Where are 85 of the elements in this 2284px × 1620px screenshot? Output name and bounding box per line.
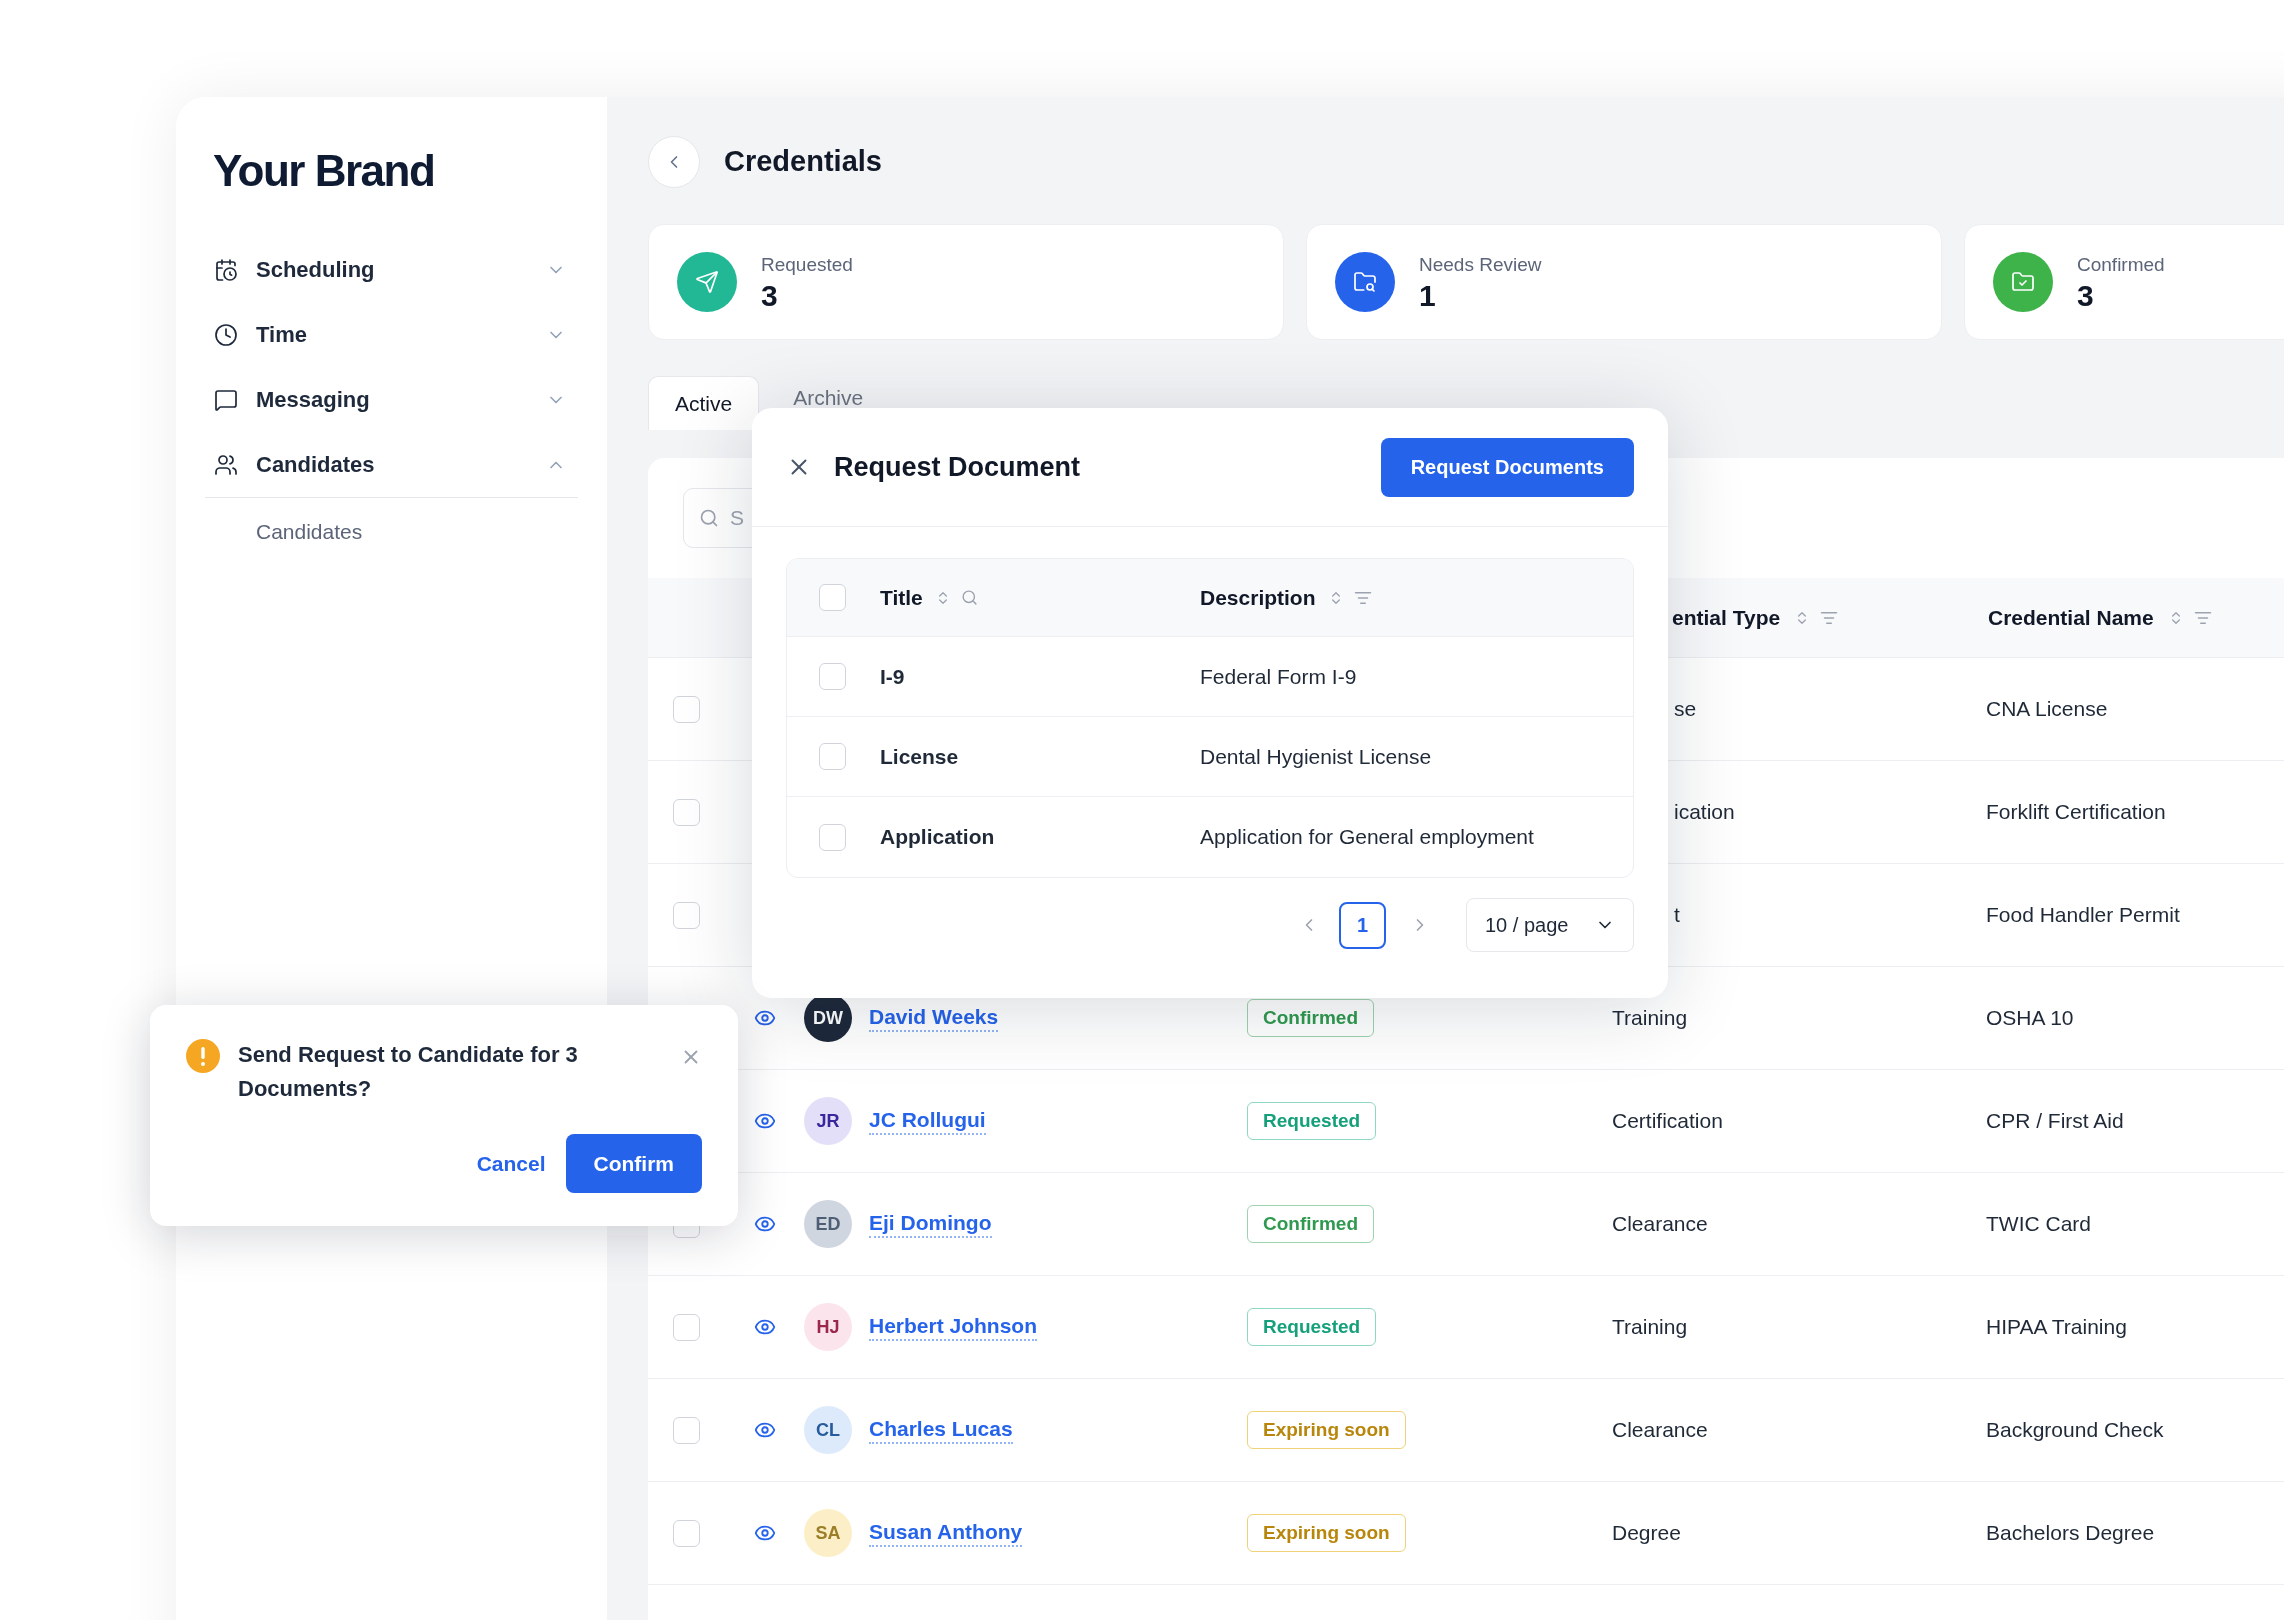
stat-value: 1 bbox=[1419, 279, 1436, 314]
warning-icon bbox=[186, 1039, 220, 1073]
nav-item[interactable]: Time bbox=[205, 302, 578, 367]
status-tag: Confirmed bbox=[1247, 1205, 1374, 1243]
table-cell: Clearance bbox=[1612, 1418, 1708, 1442]
checkbox[interactable] bbox=[673, 1313, 700, 1341]
candidate-link[interactable]: Charles Lucas bbox=[869, 1416, 1013, 1444]
nav-subitem[interactable]: Candidates bbox=[256, 512, 363, 552]
column-header[interactable]: Credential Name bbox=[1988, 601, 2154, 634]
search-icon[interactable] bbox=[960, 589, 978, 606]
status-tag: Expiring soon bbox=[1247, 1411, 1406, 1449]
table-cell: Federal Form I-9 bbox=[1200, 664, 1357, 688]
modal-title: Request Document bbox=[834, 450, 1082, 484]
calendar-clock-icon bbox=[214, 257, 238, 282]
column-header[interactable]: Description bbox=[1200, 581, 1316, 614]
table-cell: Bachelors Degree bbox=[1986, 1521, 2155, 1545]
table-cell: Clearance bbox=[1612, 1212, 1708, 1236]
page-button[interactable]: 1 bbox=[1339, 901, 1386, 949]
users-icon bbox=[214, 452, 238, 477]
candidate-link[interactable]: David Weeks bbox=[869, 1004, 999, 1032]
checkbox[interactable] bbox=[673, 1416, 700, 1444]
table-cell: t bbox=[1674, 903, 1680, 927]
table-cell: Training bbox=[1612, 1006, 1688, 1030]
checkbox[interactable] bbox=[819, 663, 846, 690]
status-tag: Requested bbox=[1247, 1102, 1377, 1140]
table-cell: OSHA 10 bbox=[1986, 1006, 2074, 1030]
avatar: CL bbox=[804, 1406, 852, 1454]
search-icon bbox=[699, 508, 719, 528]
avatar: HJ bbox=[804, 1303, 852, 1351]
table-cell: TWIC Card bbox=[1986, 1212, 2091, 1236]
table-cell: Background Check bbox=[1986, 1418, 2164, 1442]
clock-icon bbox=[214, 322, 238, 347]
table-cell: HIPAA Training bbox=[1986, 1315, 2127, 1339]
checkbox[interactable] bbox=[673, 798, 700, 826]
candidate-link[interactable]: Herbert Johnson bbox=[869, 1313, 1038, 1341]
stat-value: 3 bbox=[2077, 279, 2094, 314]
table-cell: License bbox=[880, 744, 959, 768]
stat-label: Confirmed bbox=[2077, 252, 2165, 277]
page-size-select[interactable]: 10 / page bbox=[1466, 898, 1634, 952]
confirm-message: Send Request to Candidate for 3 Documents? bbox=[238, 1041, 579, 1103]
table-cell: Food Handler Permit bbox=[1986, 903, 2180, 927]
stat-label: Needs Review bbox=[1419, 252, 1542, 277]
table-cell: Application bbox=[880, 825, 995, 849]
table-cell: Degree bbox=[1612, 1521, 1681, 1545]
table-cell: I-9 bbox=[880, 664, 905, 688]
candidate-link[interactable]: Eji Domingo bbox=[869, 1210, 992, 1238]
back-button[interactable] bbox=[648, 136, 700, 188]
checkbox[interactable] bbox=[819, 823, 846, 851]
nav-item[interactable]: Messaging bbox=[205, 367, 578, 432]
table-cell: ication bbox=[1674, 800, 1735, 824]
avatar: ED bbox=[804, 1200, 852, 1248]
status-tag: Expiring soon bbox=[1247, 1514, 1406, 1552]
nav-item[interactable]: Candidates bbox=[205, 432, 578, 497]
status-tag: Confirmed bbox=[1247, 999, 1374, 1037]
stat-label: Requested bbox=[761, 252, 853, 277]
stat-value: 3 bbox=[761, 279, 778, 314]
page-title: Credentials bbox=[724, 144, 882, 180]
checkbox[interactable] bbox=[673, 901, 700, 929]
status-tag: Requested bbox=[1247, 1308, 1377, 1346]
column-header[interactable]: Title bbox=[880, 581, 923, 614]
brand-logo: Your Brand bbox=[213, 147, 435, 195]
chat-bubble-icon bbox=[214, 387, 238, 412]
table-cell: Application for General employment bbox=[1200, 825, 1534, 849]
column-header[interactable]: ential Type bbox=[1672, 601, 1781, 634]
request-documents-button[interactable]: Request Documents bbox=[1380, 437, 1634, 497]
table-cell: Forklift Certification bbox=[1986, 800, 2166, 824]
table-cell: se bbox=[1674, 697, 1697, 721]
table-cell: Training bbox=[1612, 1315, 1688, 1339]
candidate-link[interactable]: Susan Anthony bbox=[869, 1519, 1023, 1547]
tab[interactable]: Active bbox=[648, 376, 760, 430]
cancel-link[interactable]: Cancel bbox=[476, 1147, 546, 1180]
candidate-link[interactable]: JC Rollugui bbox=[869, 1107, 986, 1135]
checkbox[interactable] bbox=[673, 1519, 700, 1547]
confirm-button[interactable]: Confirm bbox=[565, 1134, 702, 1193]
nav-item[interactable]: Scheduling bbox=[205, 237, 578, 302]
checkbox[interactable] bbox=[673, 695, 700, 723]
avatar: JR bbox=[804, 1097, 852, 1145]
tab[interactable]: Archive bbox=[767, 376, 890, 430]
table-cell: Certification bbox=[1612, 1109, 1723, 1133]
table-cell: Dental Hygienist License bbox=[1200, 744, 1432, 768]
table-cell: CPR / First Aid bbox=[1986, 1109, 2124, 1133]
checkbox[interactable] bbox=[819, 743, 846, 770]
checkbox[interactable] bbox=[819, 584, 846, 611]
table-cell: CNA License bbox=[1986, 697, 2108, 721]
avatar: SA bbox=[804, 1509, 852, 1557]
